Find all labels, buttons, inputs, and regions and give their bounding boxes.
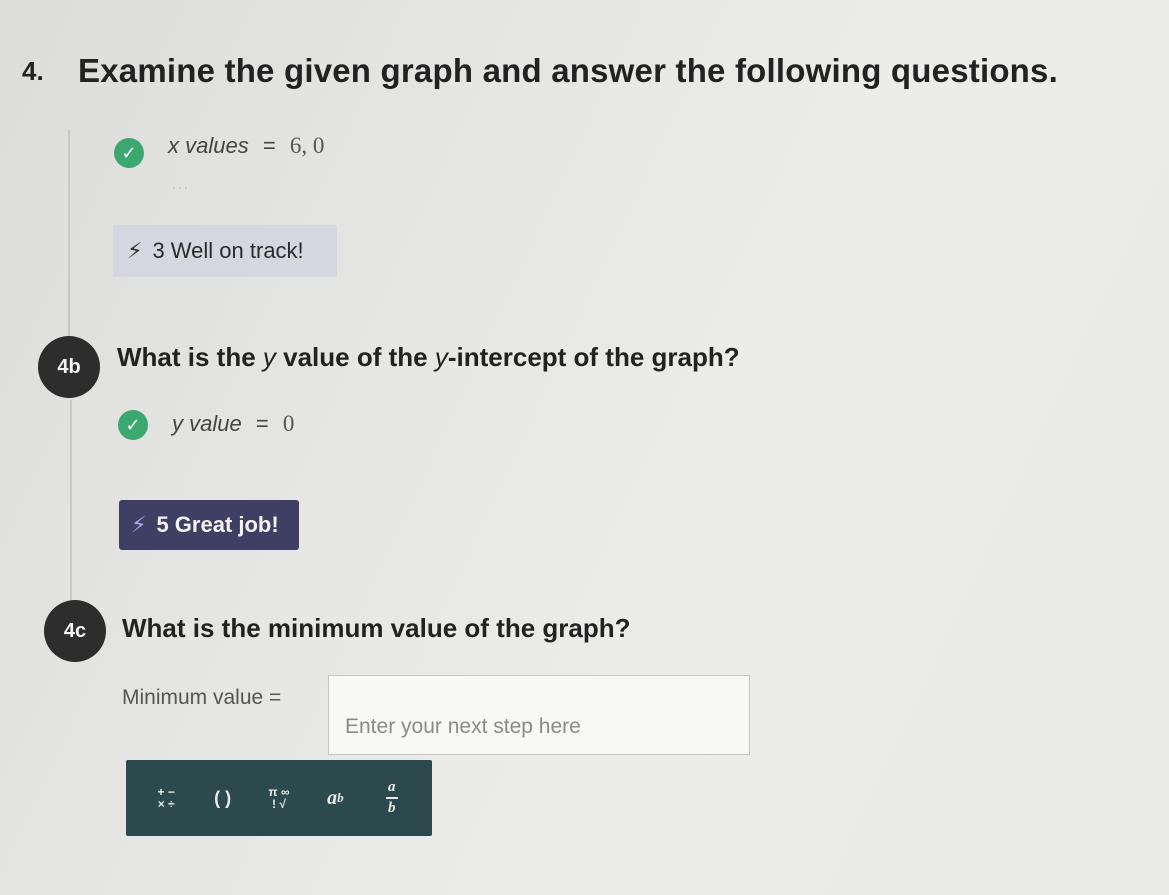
part-b-question: What is the y value of the y-intercept o… bbox=[117, 342, 740, 373]
pi-infinity-root-icon[interactable]: π ∞ ! √ bbox=[257, 776, 301, 820]
lightning-icon: ⚡ bbox=[131, 512, 147, 537]
progress-line-upper bbox=[68, 130, 70, 345]
fraction-icon[interactable]: a b bbox=[370, 776, 414, 820]
parentheses-icon[interactable]: ( ) bbox=[201, 776, 245, 820]
x-values-answer: x values = 6, 0 bbox=[168, 133, 324, 159]
part-c-question: What is the minimum value of the graph? bbox=[122, 613, 631, 643]
y-value-answer: y value = 0 bbox=[172, 411, 294, 437]
lightning-icon: ⚡ bbox=[127, 238, 143, 263]
equals-sign: = bbox=[262, 133, 276, 158]
fraction-bar bbox=[385, 797, 398, 799]
glyph: × ÷ bbox=[157, 797, 175, 811]
feedback-badge-on-track: ⚡ 3 Well on track! bbox=[113, 225, 337, 277]
more-dots[interactable]: ... bbox=[172, 176, 190, 192]
question-number: 4. bbox=[22, 56, 44, 86]
glyph: b bbox=[388, 800, 396, 816]
question-title: Examine the given graph and answer the f… bbox=[78, 52, 1058, 89]
answer-input[interactable] bbox=[328, 675, 750, 755]
badge-text: 5 Great job! bbox=[156, 512, 279, 537]
exponent-icon[interactable]: ab bbox=[313, 776, 357, 820]
question-var: y bbox=[262, 342, 276, 372]
operators-icon[interactable]: + − × ÷ bbox=[144, 776, 188, 820]
check-icon: ✓ bbox=[114, 138, 144, 168]
question-text: -intercept of the graph? bbox=[447, 342, 740, 372]
question-text: What is the bbox=[117, 342, 256, 372]
part-tag-4b: 4b bbox=[38, 336, 100, 398]
badge-text: 3 Well on track! bbox=[152, 238, 304, 263]
minimum-value-label: Minimum value = bbox=[122, 686, 282, 709]
question-text: value of the bbox=[283, 342, 428, 372]
glyph: b bbox=[337, 790, 344, 805]
answer-label: y value bbox=[172, 411, 242, 436]
question-var: y bbox=[434, 342, 448, 372]
glyph: ! √ bbox=[272, 797, 286, 811]
answer-label: x values bbox=[168, 133, 249, 158]
answer-value: 0 bbox=[282, 411, 295, 436]
answer-value: 6, 0 bbox=[289, 133, 325, 158]
check-icon: ✓ bbox=[118, 410, 148, 440]
glyph: a bbox=[388, 779, 396, 795]
feedback-badge-great-job: ⚡ 5 Great job! bbox=[119, 500, 299, 550]
math-toolbar: + − × ÷ ( ) π ∞ ! √ ab a b bbox=[126, 760, 432, 836]
glyph: a bbox=[327, 786, 338, 809]
part-tag-4c: 4c bbox=[44, 600, 106, 662]
equals-sign: = bbox=[255, 411, 269, 436]
progress-line-middle bbox=[70, 400, 72, 600]
